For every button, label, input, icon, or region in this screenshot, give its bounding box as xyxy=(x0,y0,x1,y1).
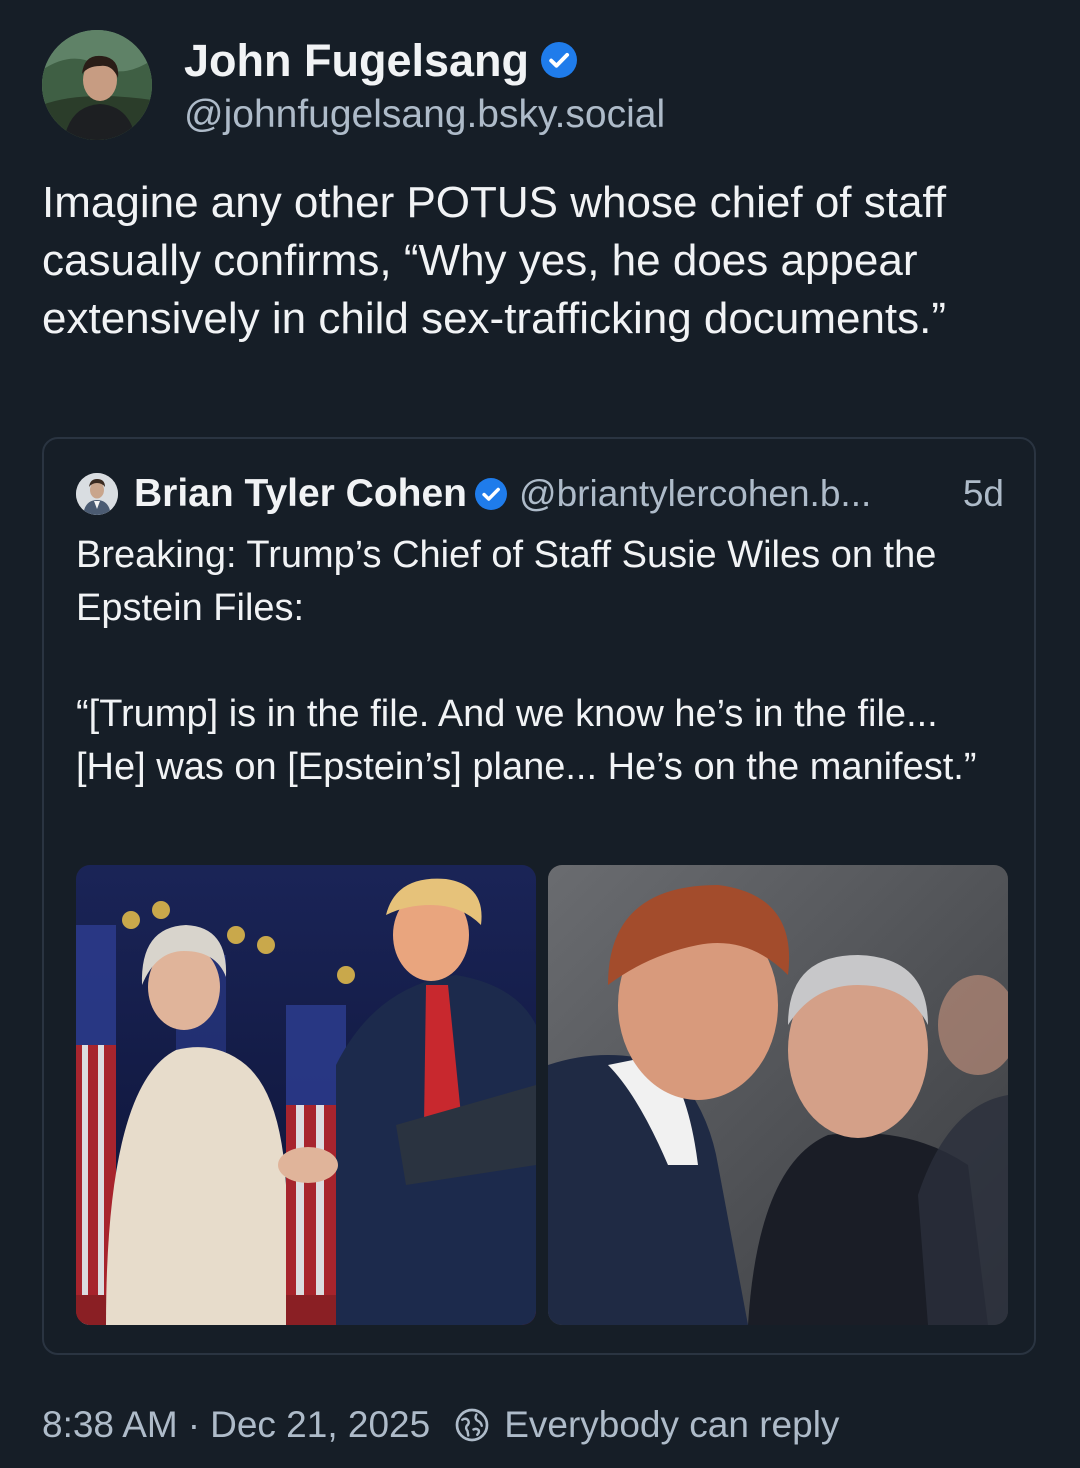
author-avatar[interactable] xyxy=(42,30,152,140)
quoted-post-time[interactable]: 5d xyxy=(963,469,1004,519)
footer-separator: · xyxy=(187,1404,201,1445)
quoted-post-header: Brian Tyler Cohen @briantylercohen.b... xyxy=(134,469,871,519)
globe-icon xyxy=(455,1408,489,1442)
quoted-author-handle[interactable]: @briantylercohen.b... xyxy=(519,473,871,515)
quoted-post-text: Breaking: Trump’s Chief of Staff Susie W… xyxy=(76,534,977,788)
photo-two-men-event xyxy=(548,865,1008,1325)
quoted-author-name[interactable]: Brian Tyler Cohen xyxy=(134,472,467,516)
post-text: Imagine any other POTUS whose chief of s… xyxy=(42,178,959,343)
verified-badge-icon xyxy=(541,42,578,79)
photo-handshake-stage xyxy=(76,865,536,1325)
post[interactable]: John Fugelsang @johnfugelsang.bsky.socia… xyxy=(0,0,1080,1468)
quoted-author-avatar[interactable] xyxy=(76,473,118,515)
verified-badge-icon xyxy=(475,478,508,510)
post-time[interactable]: 8:38 AM xyxy=(42,1404,178,1446)
author-name[interactable]: John Fugelsang xyxy=(184,34,578,88)
author-avatar-photo xyxy=(42,30,152,140)
post-footer: 8:38 AM · Dec 21, 2025 Everybody can rep… xyxy=(42,1400,839,1450)
quoted-post-images xyxy=(76,865,1008,1325)
author-handle[interactable]: @johnfugelsang.bsky.social xyxy=(184,92,665,138)
quoted-image-1[interactable] xyxy=(76,865,536,1325)
quoted-avatar-photo xyxy=(76,473,118,515)
reply-setting[interactable]: Everybody can reply xyxy=(504,1404,839,1446)
post-date[interactable]: Dec 21, 2025 xyxy=(210,1404,430,1446)
quoted-post-card[interactable]: Brian Tyler Cohen @briantylercohen.b... … xyxy=(42,437,1036,1355)
quoted-image-2[interactable] xyxy=(548,865,1008,1325)
